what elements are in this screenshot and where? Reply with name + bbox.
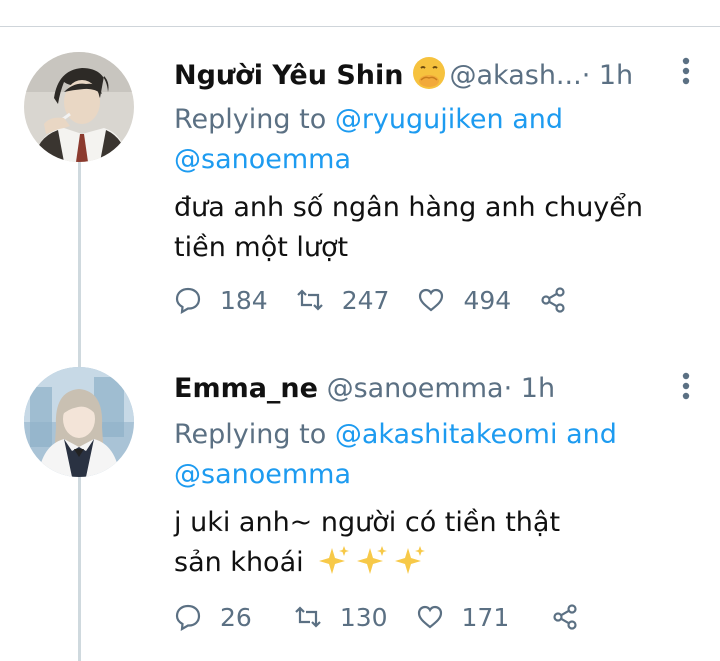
reply-count: 26: [220, 602, 252, 632]
share-button[interactable]: [539, 286, 567, 314]
tweet-text-line: đưa anh số ngân hàng anh chuyển: [174, 192, 644, 223]
like-button[interactable]: 494: [417, 286, 511, 315]
retweet-button[interactable]: 130: [294, 603, 388, 632]
tweet-header: Người Yêu Shin @akash...· 1h: [174, 56, 696, 92]
reply-count: 184: [220, 285, 268, 315]
face-with-hand-over-mouth-icon: [412, 56, 446, 90]
tweet-text-line: tiền một lượt: [174, 232, 349, 263]
separator-dot: ·: [581, 60, 591, 91]
timestamp[interactable]: 1h: [599, 60, 633, 91]
display-name[interactable]: Người Yêu Shin: [174, 60, 404, 91]
tweet-text: đưa anh số ngân hàng anh chuyển tiền một…: [174, 188, 696, 268]
tweet-actions: 184 247 494: [174, 280, 595, 320]
like-button[interactable]: 171: [416, 603, 524, 632]
replying-prefix: Replying to: [174, 419, 327, 450]
timestamp[interactable]: 1h: [521, 373, 555, 404]
sparkles-icon: [312, 546, 426, 578]
replying-prefix: Replying to: [174, 104, 327, 135]
reply-button[interactable]: 184: [174, 286, 268, 315]
mention-link[interactable]: @sanoemma: [174, 144, 351, 175]
handle[interactable]: @sanoemma: [327, 373, 504, 404]
heart-icon: [417, 605, 442, 629]
tweet-text-line: sản khoái: [174, 547, 304, 578]
more-options-icon[interactable]: [676, 54, 696, 92]
replying-to: Replying to @ryugujiken and @sanoemma: [174, 100, 696, 180]
replying-and[interactable]: and: [512, 104, 563, 135]
avatar-emma[interactable]: [24, 367, 134, 477]
retweet-count: 130: [339, 602, 388, 632]
handle[interactable]: @akash...: [450, 60, 582, 91]
separator-dot: ·: [503, 373, 513, 404]
avatar-akashi[interactable]: [24, 52, 134, 162]
share-icon: [541, 287, 565, 313]
heart-icon: [419, 288, 444, 312]
tweet-text: j uki anh~ người có tiền thật sản khoái: [174, 503, 696, 583]
mention-link[interactable]: @sanoemma: [174, 459, 351, 490]
share-icon: [553, 604, 577, 630]
reply-icon: [175, 604, 201, 631]
mention-link[interactable]: @ryugujiken: [335, 104, 504, 135]
like-count: 171: [461, 602, 510, 632]
retweet-button[interactable]: 247: [296, 285, 390, 315]
replying-to: Replying to @akashitakeomi and @sanoemma: [174, 415, 696, 495]
retweet-icon: [295, 606, 321, 628]
reply-button[interactable]: 26: [174, 603, 266, 632]
reply-icon: [175, 287, 201, 314]
top-divider: [0, 26, 720, 27]
retweet-count: 247: [341, 285, 390, 315]
like-count: 494: [463, 285, 512, 315]
share-button[interactable]: [551, 603, 579, 631]
mention-link[interactable]: @akashitakeomi: [335, 419, 558, 450]
replying-and[interactable]: and: [566, 419, 617, 450]
tweet-header: Emma_ne @sanoemma· 1h: [174, 371, 696, 407]
tweet-actions: 26 130 171: [174, 597, 607, 637]
retweet-icon: [296, 289, 323, 311]
tweet-text-line: j uki anh~ người có tiền thật: [174, 507, 561, 538]
more-options-icon[interactable]: [676, 369, 696, 407]
display-name[interactable]: Emma_ne: [174, 373, 318, 404]
